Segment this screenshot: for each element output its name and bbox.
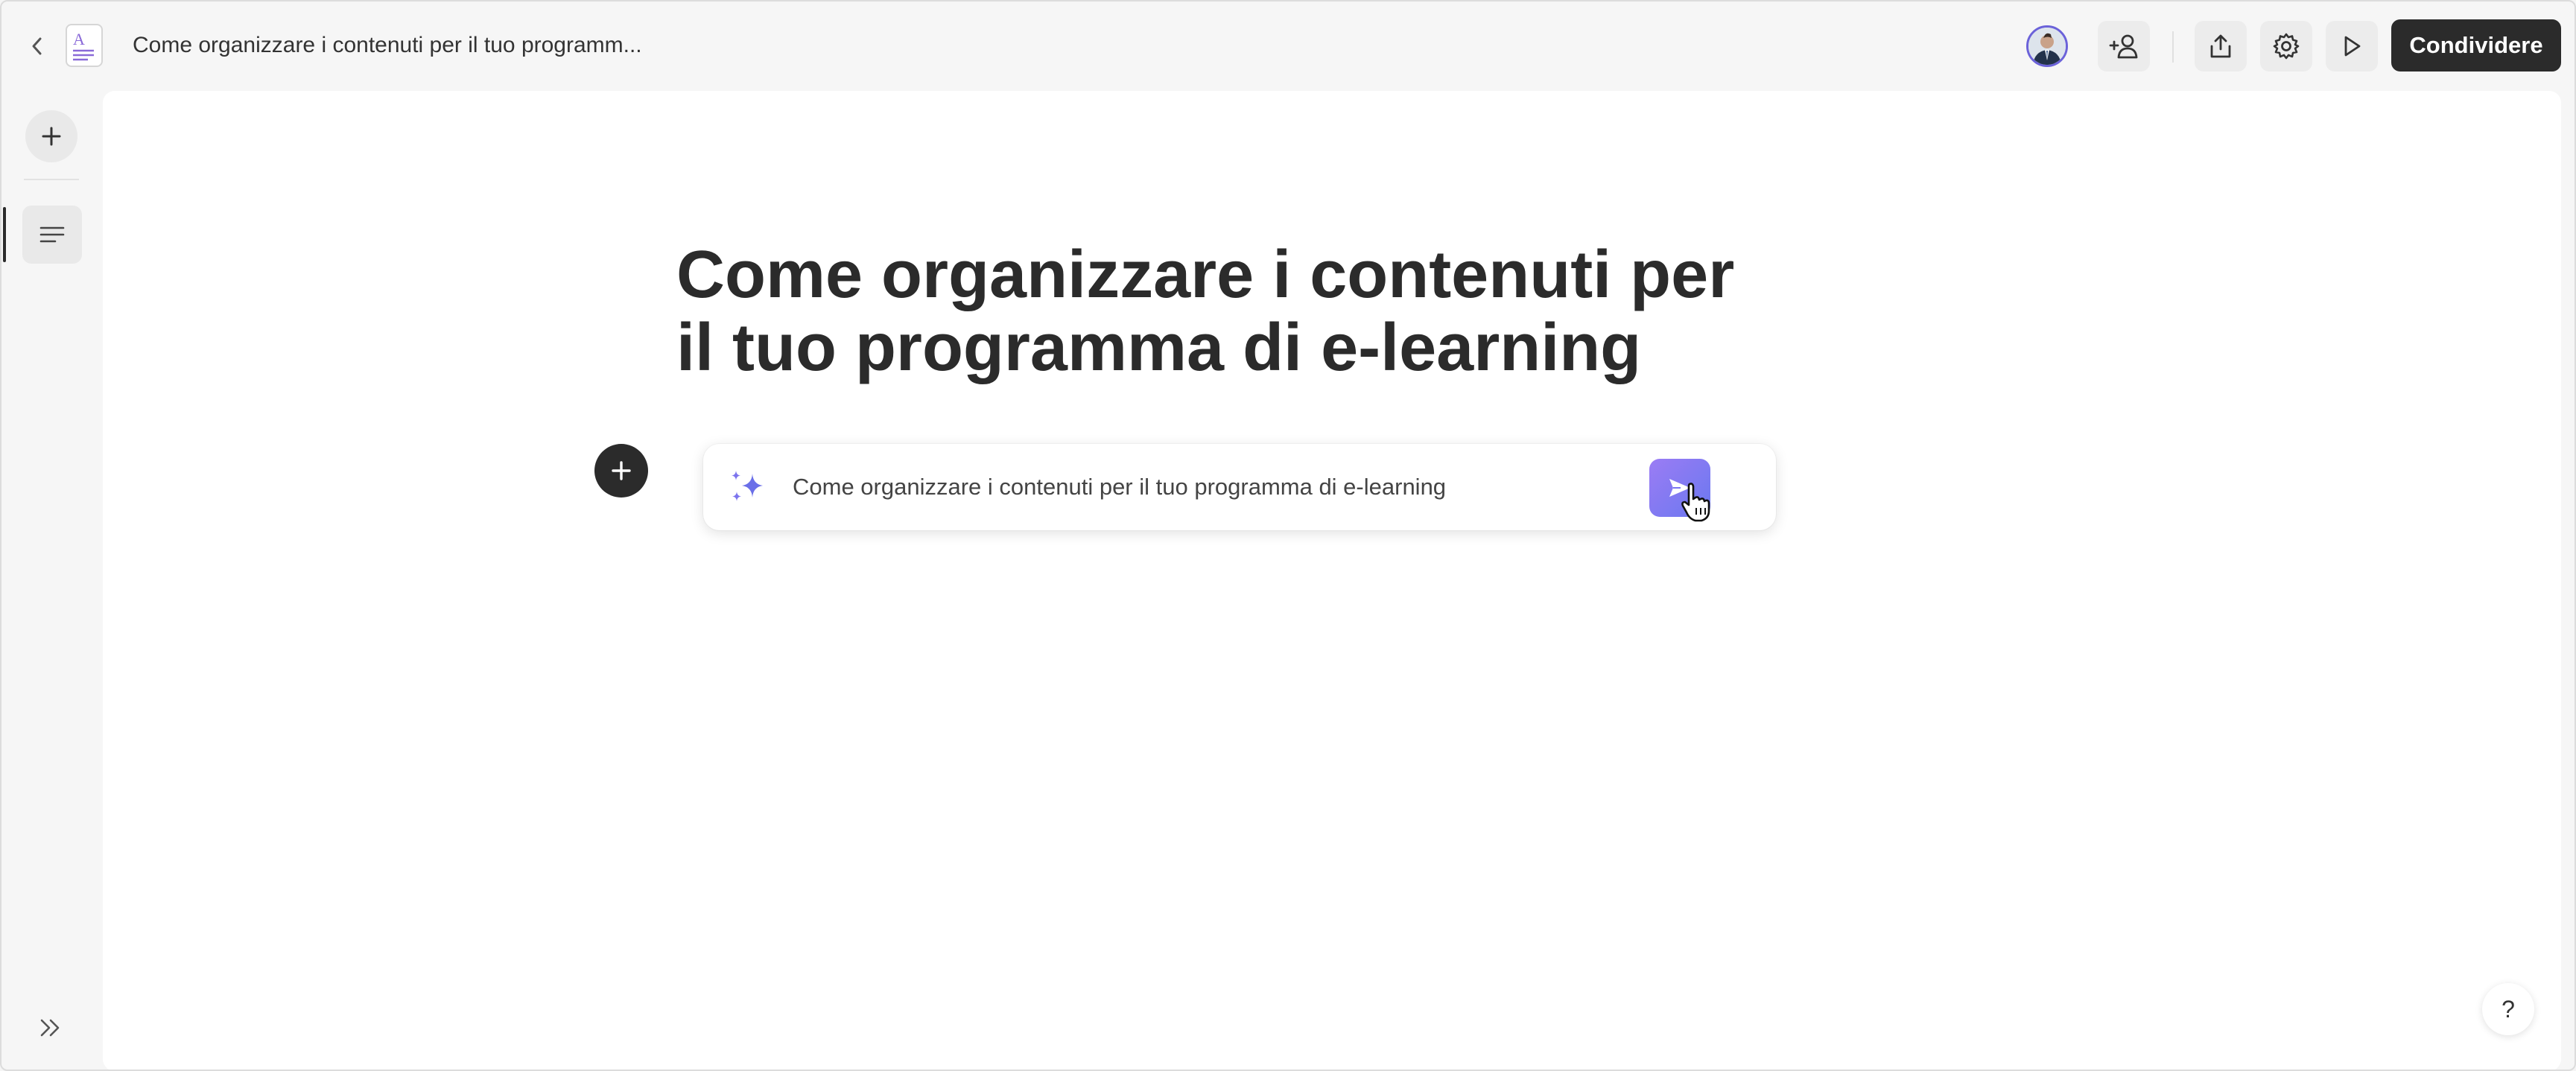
settings-button[interactable] bbox=[2260, 21, 2312, 71]
share-button[interactable]: Condividere bbox=[2391, 19, 2561, 71]
app-window: A Come organizzare i contenuti per il tu… bbox=[0, 0, 2576, 1071]
help-button[interactable]: ? bbox=[2482, 983, 2534, 1035]
back-button[interactable] bbox=[22, 31, 52, 61]
document-title[interactable]: Come organizzare i contenuti per il tuo … bbox=[133, 33, 642, 58]
svg-text:A: A bbox=[73, 30, 85, 48]
chevrons-right-icon bbox=[40, 1019, 60, 1037]
toolbar-divider bbox=[2172, 31, 2174, 63]
heading-line-1: Come organizzare i contenuti per bbox=[676, 238, 1735, 312]
top-bar: A Come organizzare i contenuti per il tu… bbox=[1, 1, 2575, 91]
document-icon: A bbox=[66, 24, 103, 67]
rail-active-indicator bbox=[3, 207, 6, 262]
export-button[interactable] bbox=[2195, 21, 2247, 71]
gear-icon bbox=[2273, 33, 2300, 60]
outline-button[interactable] bbox=[22, 206, 82, 264]
new-page-button[interactable] bbox=[25, 110, 77, 162]
sparkle-icon bbox=[732, 471, 763, 501]
upload-icon bbox=[2210, 34, 2231, 58]
pointer-cursor-icon bbox=[1681, 483, 1710, 522]
plus-icon bbox=[612, 461, 631, 480]
document-heading[interactable]: Come organizzare i contenuti per il tuo … bbox=[676, 238, 1868, 384]
present-button[interactable] bbox=[2326, 21, 2378, 71]
add-block-button[interactable] bbox=[594, 444, 648, 498]
chevron-left-icon bbox=[32, 37, 42, 55]
ai-prompt-box bbox=[703, 444, 1776, 530]
add-user-icon bbox=[2109, 34, 2138, 59]
heading-line-2: il tuo programma di e-learning bbox=[676, 311, 1642, 385]
user-avatar[interactable] bbox=[2026, 25, 2068, 67]
rail-divider bbox=[24, 179, 79, 180]
expand-sidebar-button[interactable] bbox=[34, 1013, 67, 1043]
play-icon bbox=[2344, 36, 2361, 57]
list-icon bbox=[39, 226, 65, 243]
add-collaborator-button[interactable] bbox=[2098, 21, 2150, 71]
plus-icon bbox=[42, 127, 61, 146]
ai-prompt-input[interactable] bbox=[793, 466, 1672, 508]
